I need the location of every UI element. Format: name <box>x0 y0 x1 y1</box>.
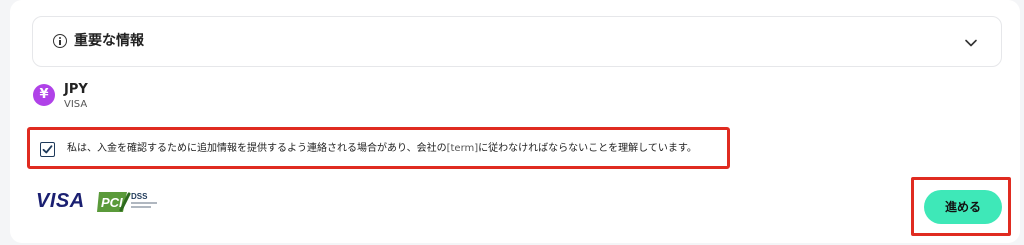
svg-text:PCI: PCI <box>101 195 123 210</box>
checkmark-icon <box>42 145 53 154</box>
svg-text:DSS: DSS <box>131 192 148 201</box>
consent-checkbox[interactable] <box>40 142 55 157</box>
consent-highlight: 私は、入金を確認するために追加情報を提供するよう連絡される場合があり、会社の[t… <box>27 127 730 169</box>
proceed-button[interactable]: 進める <box>924 190 1002 224</box>
important-info-accordion[interactable]: 重要な情報 <box>32 16 1002 67</box>
chevron-down-icon[interactable] <box>963 35 979 51</box>
consent-text: 私は、入金を確認するために追加情報を提供するよう連絡される場合があり、会社の[t… <box>67 142 697 156</box>
yen-currency-icon: ¥ <box>33 84 55 106</box>
terms-link[interactable]: [term] <box>447 143 479 154</box>
payment-network-label: VISA <box>64 99 88 110</box>
visa-logo: VISA <box>36 190 85 212</box>
currency-code: JPY <box>64 82 88 97</box>
accordion-title: 重要な情報 <box>74 33 144 49</box>
pci-dss-logo: PCI DSS <box>97 192 157 212</box>
info-icon <box>53 34 67 48</box>
consent-text-before: 私は、入金を確認するために追加情報を提供するよう連絡される場合があり、会社の <box>67 143 447 154</box>
consent-text-after: に従わなければならないことを理解しています。 <box>478 143 697 154</box>
